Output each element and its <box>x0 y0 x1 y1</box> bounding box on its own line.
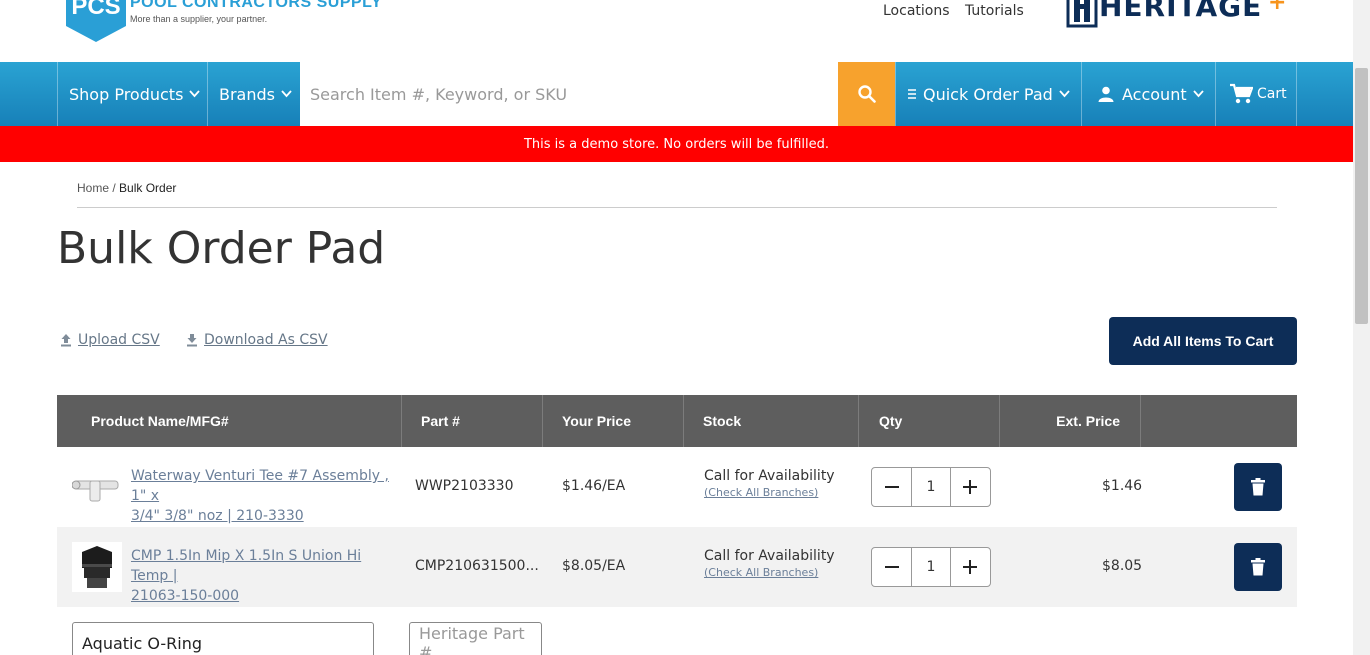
download-csv-label: Download As CSV <box>204 332 328 348</box>
check-branches-link[interactable]: (Check All Branches) <box>704 486 835 499</box>
add-all-to-cart-button[interactable]: Add All Items To Cart <box>1109 317 1297 365</box>
ext-price: $1.46 <box>1102 478 1143 494</box>
demo-banner: This is a demo store. No orders will be … <box>0 126 1353 162</box>
list-icon <box>908 89 916 99</box>
quick-order-pad-menu[interactable]: Quick Order Pad <box>895 62 1081 126</box>
increase-qty-button[interactable] <box>951 468 990 506</box>
breadcrumb-current: Bulk Order <box>119 181 177 195</box>
brand-tagline: More than a supplier, your partner. <box>130 14 268 24</box>
remove-item-button[interactable] <box>1234 463 1282 511</box>
partner-brand: HERITAGE <box>1099 0 1263 23</box>
decrease-qty-button[interactable] <box>872 548 911 586</box>
quick-order-pad-label: Quick Order Pad <box>923 84 1053 104</box>
decrease-qty-button[interactable] <box>872 468 911 506</box>
product-name-line2: 21063-150-000 <box>131 588 240 604</box>
unit-price: $8.05/EA <box>562 558 626 574</box>
col-part-number: Part # <box>402 395 543 447</box>
trash-icon <box>1251 558 1265 576</box>
table-row: Waterway Venturi Tee #7 Assembly , 1" x … <box>57 447 1297 527</box>
chevron-down-icon <box>189 90 201 98</box>
product-search-field[interactable]: Aquatic O-Ring <box>72 622 374 655</box>
download-csv-link[interactable]: Download As CSV <box>186 332 328 348</box>
stock-status: Call for Availability <box>704 548 835 564</box>
new-item-entry-row: Aquatic O-Ring Heritage Part # <box>57 607 1297 655</box>
brands-menu[interactable]: Brands <box>207 62 300 126</box>
part-number: WWP2103330 <box>415 478 514 494</box>
product-thumbnail[interactable] <box>72 471 120 503</box>
divider <box>77 207 1277 208</box>
brand-name: POOL CONTRACTORS SUPPLY <box>130 0 383 11</box>
product-name-line1: CMP 1.5In Mip X 1.5In S Union Hi Temp | <box>131 548 362 584</box>
chevron-down-icon <box>1192 90 1204 98</box>
tutorials-link[interactable]: Tutorials <box>965 3 1024 19</box>
shop-products-menu[interactable]: Shop Products <box>57 62 207 126</box>
page-title: Bulk Order Pad <box>57 223 386 274</box>
col-ext-price: Ext. Price <box>1000 395 1141 447</box>
product-name-line2: 3/4" 3/8" noz | 210-3330 <box>131 508 304 524</box>
user-icon <box>1098 86 1114 102</box>
remove-item-button[interactable] <box>1234 543 1282 591</box>
part-number: CMP210631500... <box>415 558 539 574</box>
account-menu[interactable]: Account <box>1081 62 1215 126</box>
chevron-down-icon <box>1059 90 1070 98</box>
top-header: PCS POOL CONTRACTORS SUPPLY More than a … <box>0 0 1353 62</box>
plus-icon <box>963 560 978 574</box>
search-icon <box>857 85 876 103</box>
minus-icon <box>884 486 899 488</box>
table-header: Product Name/MFG# Part # Your Price Stoc… <box>57 395 1297 447</box>
upload-csv-label: Upload CSV <box>78 332 160 348</box>
partner-plus: + <box>1268 0 1287 15</box>
trash-icon <box>1251 478 1265 496</box>
quantity-stepper: 1 <box>871 547 991 587</box>
breadcrumb: Home / Bulk Order <box>77 181 176 195</box>
col-your-price: Your Price <box>543 395 684 447</box>
stock-status: Call for Availability <box>704 468 835 484</box>
table-row: CMP 1.5In Mip X 1.5In S Union Hi Temp | … <box>57 527 1297 607</box>
stock-info: Call for Availability (Check All Branche… <box>704 548 835 579</box>
brands-label: Brands <box>219 84 275 104</box>
download-icon <box>187 334 197 347</box>
col-product-name: Product Name/MFG# <box>57 395 402 447</box>
search-button[interactable] <box>838 62 895 126</box>
shop-products-label: Shop Products <box>69 84 184 104</box>
part-number-field[interactable]: Heritage Part # <box>409 622 542 655</box>
chevron-down-icon <box>281 90 292 98</box>
plus-icon <box>963 480 978 494</box>
stock-info: Call for Availability (Check All Branche… <box>704 468 835 499</box>
cart-link[interactable]: Cart <box>1215 62 1297 126</box>
minus-icon <box>884 566 899 568</box>
quantity-input[interactable]: 1 <box>911 548 951 586</box>
product-name-link[interactable]: CMP 1.5In Mip X 1.5In S Union Hi Temp | … <box>131 546 391 606</box>
heritage-logo-icon[interactable] <box>1066 0 1100 28</box>
cart-icon <box>1230 83 1253 104</box>
product-name-link[interactable]: Waterway Venturi Tee #7 Assembly , 1" x … <box>131 466 391 526</box>
search-input[interactable]: Search Item #, Keyword, or SKU <box>300 62 838 126</box>
increase-qty-button[interactable] <box>951 548 990 586</box>
upload-csv-link[interactable]: Upload CSV <box>60 332 160 348</box>
page: PCS POOL CONTRACTORS SUPPLY More than a … <box>0 0 1370 655</box>
ext-price: $8.05 <box>1102 558 1143 574</box>
product-name-line1: Waterway Venturi Tee #7 Assembly , 1" x <box>131 468 389 504</box>
logo-mark: PCS <box>71 0 120 20</box>
check-branches-link[interactable]: (Check All Branches) <box>704 566 835 579</box>
breadcrumb-home[interactable]: Home <box>77 181 109 195</box>
col-qty: Qty <box>859 395 1000 447</box>
product-thumbnail[interactable] <box>72 542 122 592</box>
cart-label: Cart <box>1257 86 1287 102</box>
account-label: Account <box>1122 84 1187 104</box>
breadcrumb-separator: / <box>109 181 120 195</box>
main-nav: Shop Products Brands Search Item #, Keyw… <box>0 62 1353 126</box>
col-stock: Stock <box>684 395 859 447</box>
quantity-input[interactable]: 1 <box>911 468 951 506</box>
pcs-logo[interactable]: PCS <box>66 0 126 42</box>
quantity-stepper: 1 <box>871 467 991 507</box>
upload-icon <box>61 334 71 347</box>
scrollbar-thumb[interactable] <box>1355 68 1368 324</box>
unit-price: $1.46/EA <box>562 478 626 494</box>
locations-link[interactable]: Locations <box>883 3 950 19</box>
